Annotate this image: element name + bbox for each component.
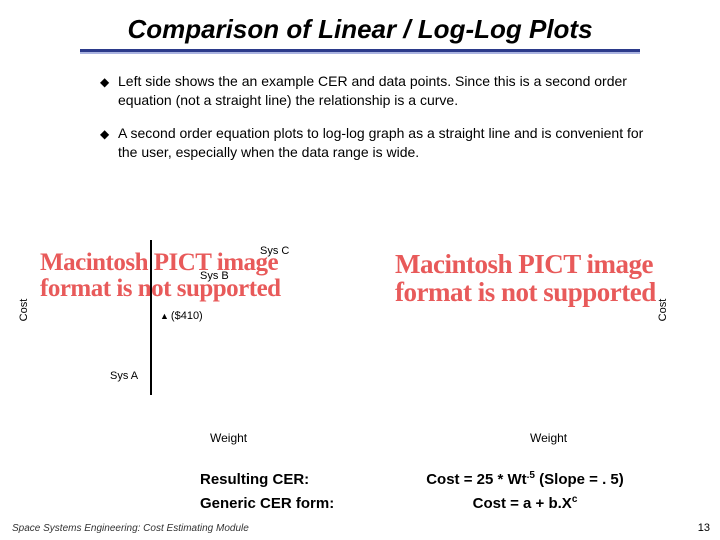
generic-cer-label: Generic CER form:	[200, 495, 370, 512]
bullet-item: ◆ Left side shows the an example CER and…	[100, 72, 660, 110]
title-block: Comparison of Linear / Log-Log Plots	[0, 0, 720, 54]
generic-cer-value: Cost = a + b.Xc	[370, 494, 680, 512]
generic-cer-row: Generic CER form: Cost = a + b.Xc	[200, 494, 680, 512]
eq-exponent: .5	[527, 470, 535, 481]
resulting-cer-label: Resulting CER:	[200, 471, 370, 488]
bullet-item: ◆ A second order equation plots to log-l…	[100, 124, 660, 162]
eq-exponent: c	[572, 494, 578, 505]
data-label-price: ($410)	[160, 310, 203, 322]
resulting-cer-row: Resulting CER: Cost = 25 * Wt.5 (Slope =…	[200, 470, 680, 488]
eq-text: Cost = a + b.X	[473, 495, 572, 512]
left-chart: Macintosh PICT image format is not suppo…	[30, 230, 345, 440]
bullet-text: A second order equation plots to log-log…	[118, 124, 660, 162]
pict-placeholder-text: Macintosh PICT image format is not suppo…	[40, 250, 335, 303]
bullet-list: ◆ Left side shows the an example CER and…	[0, 54, 720, 162]
equations-block: Resulting CER: Cost = 25 * Wt.5 (Slope =…	[0, 464, 720, 512]
x-axis-label: Weight	[530, 431, 567, 445]
data-label-sys-c: Sys C	[260, 245, 289, 257]
y-axis-label: Cost	[657, 280, 669, 340]
resulting-cer-value: Cost = 25 * Wt.5 (Slope = . 5)	[370, 470, 680, 488]
footer-text: Space Systems Engineering: Cost Estimati…	[12, 523, 249, 534]
charts-region: Macintosh PICT image format is not suppo…	[30, 230, 690, 440]
pict-placeholder-text: Macintosh PICT image format is not suppo…	[395, 250, 680, 307]
eq-text: Cost = 25 * Wt	[426, 471, 526, 488]
y-axis-line	[150, 240, 152, 395]
title-underline	[80, 49, 640, 52]
y-axis-label: Cost	[18, 280, 30, 340]
data-label-sys-a: Sys A	[110, 370, 138, 382]
page-title: Comparison of Linear / Log-Log Plots	[0, 14, 720, 45]
bullet-text: Left side shows the an example CER and d…	[118, 72, 660, 110]
x-axis-label: Weight	[210, 431, 247, 445]
diamond-icon: ◆	[100, 124, 118, 162]
diamond-icon: ◆	[100, 72, 118, 110]
eq-text: (Slope = . 5)	[535, 471, 624, 488]
data-label-sys-b: Sys B	[200, 270, 229, 282]
right-chart: Macintosh PICT image format is not suppo…	[375, 230, 690, 440]
slide: Comparison of Linear / Log-Log Plots ◆ L…	[0, 0, 720, 540]
page-number: 13	[698, 522, 710, 534]
